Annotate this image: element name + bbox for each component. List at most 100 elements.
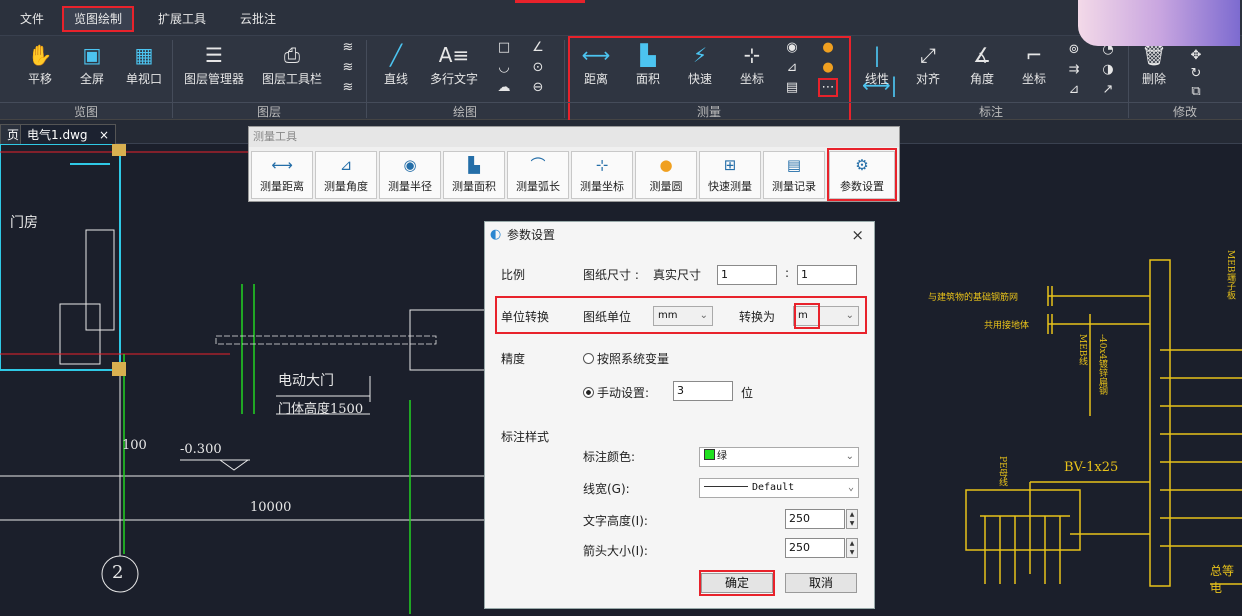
angle-icon: ⊿: [339, 156, 353, 174]
color-select[interactable]: 绿 ⌄: [699, 447, 859, 467]
ok-highlight: [699, 570, 775, 596]
linewidth-label: 线宽(G):: [583, 482, 630, 496]
dim-small-icon-1[interactable]: ⊚: [1066, 42, 1082, 57]
dim-small-icon-6[interactable]: ↗: [1100, 82, 1116, 97]
group-view: 览图: [0, 102, 172, 120]
layer-small-icon-1[interactable]: ≋: [340, 40, 356, 55]
line-button[interactable]: ╱ 直线: [380, 40, 412, 92]
precision-label: 精度: [501, 352, 526, 366]
angle-dim-button[interactable]: ∡ 角度: [966, 40, 998, 92]
precision-input[interactable]: 3: [673, 381, 733, 401]
rotate-icon[interactable]: ↻: [1188, 66, 1204, 81]
layer-small-icon-3[interactable]: ≋: [340, 80, 356, 95]
menu-view-draw[interactable]: 览图绘制: [61, 6, 135, 32]
menu-extend-tools[interactable]: 扩展工具: [158, 8, 206, 30]
elevation-label: -0.300: [180, 442, 222, 457]
dim-small-icon-2[interactable]: ⇉: [1066, 62, 1082, 77]
real-size-label: 真实尺寸: [653, 268, 702, 282]
menu-bar: 文件 览图绘制 扩展工具 云批注: [0, 0, 1242, 46]
layer-manager-button[interactable]: ☰ 图层管理器: [178, 40, 250, 92]
measure-area-button[interactable]: ▙ 测量面积: [443, 151, 505, 199]
mtext-button[interactable]: A≡ 多行文字: [426, 40, 482, 92]
manual-radio[interactable]: 手动设置:: [583, 384, 649, 401]
dialog-title: 参数设置: [507, 228, 556, 242]
tab-file[interactable]: 电气1.dwg ×: [20, 124, 116, 144]
quick-measure-button[interactable]: ⊞ 快速测量: [699, 151, 761, 199]
meb-label: MEB线: [1077, 334, 1087, 366]
radio-checked-icon: [583, 387, 594, 398]
active-indicator: [515, 0, 585, 3]
gate-height-label: 门体高度1500: [278, 402, 364, 417]
circle-icon[interactable]: ⊙: [530, 60, 546, 75]
measure-arc-button[interactable]: ⌒ 测量弧长: [507, 151, 569, 199]
avatar-decoration: [1078, 0, 1240, 46]
real-scale-input[interactable]: 1: [797, 265, 857, 285]
move-icon[interactable]: ✥: [1188, 48, 1204, 63]
unit-row-highlight: [495, 296, 867, 334]
aligned-dim-button[interactable]: ⤢ 对齐: [912, 40, 944, 92]
arrow-size-spinner[interactable]: ▲ ▼: [846, 538, 858, 558]
text-height-input[interactable]: 250: [785, 509, 845, 529]
gate-room-label: 门房: [10, 215, 38, 231]
delete-button[interactable]: 🗑 删除: [1138, 40, 1170, 92]
linewidth-select[interactable]: Default ⌄: [699, 478, 859, 498]
scale-colon: :: [785, 266, 790, 280]
menu-cloud-annotation[interactable]: 云批注: [240, 8, 276, 30]
app-logo-icon: ◐: [490, 227, 502, 242]
measure-angle-button[interactable]: ⊿ 测量角度: [315, 151, 377, 199]
gate-block: [409, 309, 487, 371]
dim-small-icon-5[interactable]: ◑: [1100, 62, 1116, 77]
grid-icon: ⊞: [723, 156, 737, 174]
menu-file[interactable]: 文件: [20, 8, 44, 30]
measure-radius-button[interactable]: ◉ 测量半径: [379, 151, 441, 199]
pan-button[interactable]: ✋ 平移: [26, 40, 54, 92]
settings-highlight: [827, 148, 897, 201]
digits-label: 位: [741, 386, 754, 400]
close-icon[interactable]: ×: [99, 125, 109, 145]
group-measure: 测量: [564, 102, 854, 120]
single-view-button[interactable]: ▦ 单视口: [122, 40, 166, 92]
arc-icon[interactable]: ◡: [496, 60, 512, 75]
linear-dim-button[interactable]: |⟷| 线性: [862, 40, 897, 97]
rect-icon[interactable]: □: [496, 40, 512, 55]
pe-label: PE母线: [997, 456, 1007, 487]
measure-coord-button[interactable]: ⊹ 测量坐标: [571, 151, 633, 199]
coordinate-icon: ⊹: [595, 156, 609, 174]
by-system-radio[interactable]: 按照系统变量: [583, 350, 669, 367]
close-icon[interactable]: ×: [851, 222, 864, 248]
measure-circle-button[interactable]: ● 测量圆: [635, 151, 697, 199]
color-swatch: [704, 449, 715, 460]
dim-small-icon-3[interactable]: ⊿: [1066, 82, 1082, 97]
meb-terminal-board: [1149, 259, 1171, 587]
viewport-icon: ▦: [134, 43, 154, 67]
gate-track: [215, 335, 437, 345]
arrow-size-input[interactable]: 250: [785, 538, 845, 558]
cancel-button[interactable]: 取消: [785, 573, 857, 593]
polyline-icon[interactable]: ∠: [530, 40, 546, 55]
measure-record-button[interactable]: ▤ 测量记录: [763, 151, 825, 199]
measure-distance-button[interactable]: ⟷ 测量距离: [251, 151, 313, 199]
layer-small-icon-2[interactable]: ≋: [340, 60, 356, 75]
electric-gate-label: 电动大门: [278, 373, 334, 389]
ellipse-icon[interactable]: ⊖: [530, 80, 546, 95]
measure-toolbar-title: 测量工具: [249, 127, 899, 147]
pe-busbar-box: [965, 489, 1081, 551]
text-height-spinner[interactable]: ▲ ▼: [846, 509, 858, 529]
group-layer: 图层: [172, 102, 366, 120]
aligned-icon: ⤢: [920, 43, 936, 67]
group-modify: 修改: [1128, 102, 1242, 120]
column-2: [112, 362, 126, 376]
layers-icon: ☰: [205, 43, 223, 67]
fixture: [59, 303, 101, 365]
layer-toolbar-button[interactable]: ⎙ 图层工具栏: [256, 40, 328, 92]
chevron-down-icon: ⌄: [847, 482, 854, 493]
coord-dim-button[interactable]: ⌐ 坐标: [1018, 40, 1050, 92]
paper-scale-input[interactable]: 1: [717, 265, 777, 285]
copy-icon[interactable]: ⧉: [1188, 84, 1204, 99]
fullscreen-button[interactable]: ▣ 全屏: [78, 40, 106, 92]
steel-label: -40x4镀锌扁钢: [1097, 334, 1107, 396]
parameter-dialog: ◐ 参数设置 × 比例 图纸尺寸 : 真实尺寸 1 : 1 单位转换 图纸单位 …: [484, 221, 875, 609]
arrow-size-label: 箭头大小(I):: [583, 544, 648, 558]
cloud-icon[interactable]: ☁: [496, 80, 512, 95]
bottom-label: 总等电: [1210, 564, 1235, 595]
